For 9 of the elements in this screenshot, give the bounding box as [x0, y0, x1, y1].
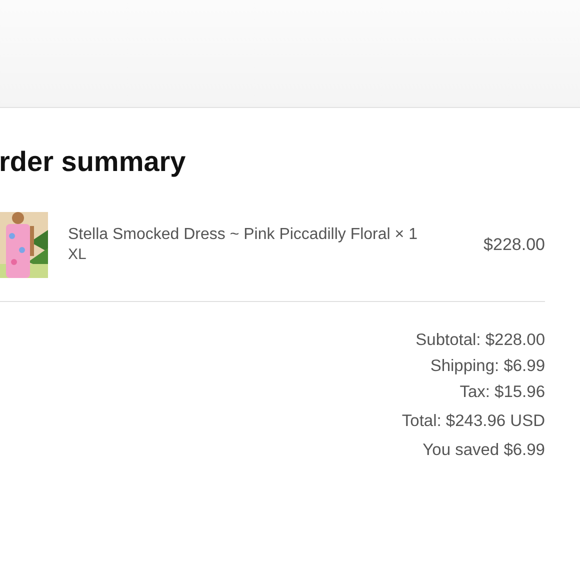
total-line: Shipping: $6.99 [430, 356, 545, 377]
product-name: Stella Smocked Dress ~ Pink Piccadilly Floral × 1 [68, 225, 418, 245]
product-variant: XL [68, 245, 88, 265]
total-line: Tax: $15.96 [460, 382, 545, 403]
total-line: You saved $6.99 [422, 440, 545, 461]
product-price: $228.00 [484, 235, 545, 255]
total-line: Total: $243.96 USD [402, 411, 545, 432]
section-heading: rder summary [0, 146, 187, 178]
total-line: Subtotal: $228.00 [416, 330, 545, 351]
